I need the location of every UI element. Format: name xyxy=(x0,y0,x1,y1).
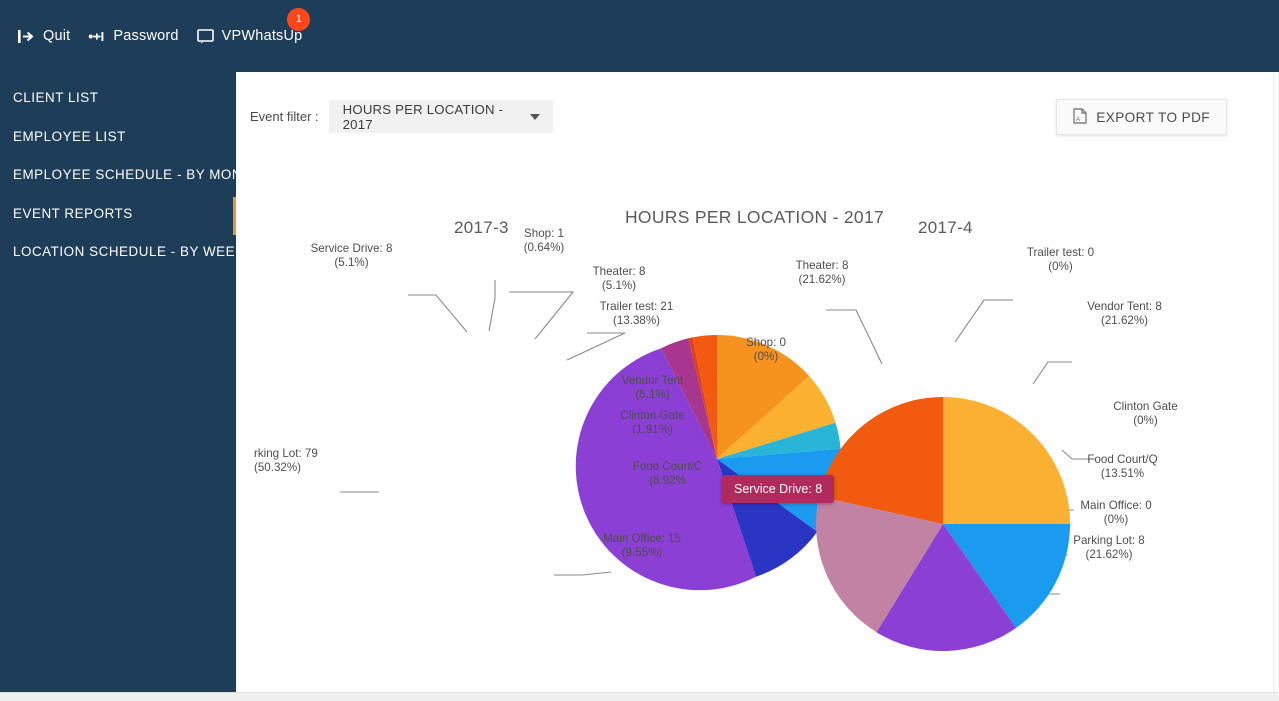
sidebar-item-client-list[interactable]: CLIENT LIST xyxy=(0,79,236,118)
sidebar-item-label: EMPLOYEE SCHEDULE - BY MONTH xyxy=(13,167,262,182)
vertical-scrollbar[interactable] xyxy=(1273,72,1279,692)
key-icon xyxy=(88,28,105,45)
sidebar-item-location-schedule-by-week[interactable]: LOCATION SCHEDULE - BY WEEK xyxy=(0,233,244,272)
chevron-down-icon xyxy=(529,113,540,120)
export-to-pdf-label: EXPORT TO PDF xyxy=(1096,109,1210,125)
pie-label-vendor-tent-left: Vendor Tent (5.1%) xyxy=(621,374,684,401)
sidebar-item-label: CLIENT LIST xyxy=(13,90,99,105)
export-to-pdf-button[interactable]: A EXPORT TO PDF xyxy=(1056,99,1227,135)
chat-icon xyxy=(196,28,214,45)
horizontal-scrollbar[interactable] xyxy=(0,692,1279,701)
event-filter-group: Event filter : HOURS PER LOCATION - 2017 xyxy=(250,100,553,133)
quit-label: Quit xyxy=(43,28,71,44)
pie-label-clinton-gate-left: Clinton Gate (1.91%) xyxy=(620,409,685,436)
event-filter-label: Event filter : xyxy=(250,109,319,124)
notification-badge: 1 xyxy=(287,7,311,31)
app-root: Quit Password VPWhatsUp 1 CLIENT LIST EM… xyxy=(0,0,1279,701)
pie-label-service-drive-left: Service Drive: 8 (5.1%) xyxy=(310,242,393,269)
pie-label-parking-lot-right: Parking Lot: 8 (21.62%) xyxy=(1073,534,1145,561)
sidebar-navigation: CLIENT LIST EMPLOYEE LIST EMPLOYEE SCHED… xyxy=(0,72,261,692)
pie-label-food-court-left: Food Court/C (8.92% xyxy=(632,460,703,487)
chart-title: HOURS PER LOCATION - 2017 xyxy=(624,207,885,227)
pie-label-theater-right: Theater: 8 (21.62%) xyxy=(795,259,849,286)
logout-icon xyxy=(18,28,35,45)
vpwhatsup-button[interactable]: VPWhatsUp 1 xyxy=(193,7,317,51)
sidebar-item-employee-list[interactable]: EMPLOYEE LIST xyxy=(0,118,236,157)
sidebar-item-label: LOCATION SCHEDULE - BY WEEK xyxy=(13,244,245,259)
event-filter-select[interactable]: HOURS PER LOCATION - 2017 xyxy=(328,100,553,133)
chart-tooltip: Service Drive: 8 xyxy=(722,475,835,503)
sidebar-item-employee-schedule-by-month[interactable]: EMPLOYEE SCHEDULE - BY MONTH xyxy=(0,156,261,195)
svg-text:A: A xyxy=(1076,117,1080,123)
pie-label-food-court-right: Food Court/Q (13.51% xyxy=(1087,453,1158,480)
pie-label-main-office-left: Main Office: 15 (9.55%) xyxy=(603,532,681,559)
password-button[interactable]: Password xyxy=(84,22,192,51)
event-filter-value: HOURS PER LOCATION - 2017 xyxy=(342,101,504,132)
quit-button[interactable]: Quit xyxy=(14,22,84,51)
main-content: Event filter : HOURS PER LOCATION - 2017… xyxy=(236,72,1273,692)
sidebar-item-event-reports[interactable]: EVENT REPORTS xyxy=(0,195,237,234)
pie-subtitle-2017-3: 2017-3 xyxy=(454,218,509,237)
pie-label-theater-left: Theater: 8 (5.1%) xyxy=(592,265,646,292)
pie-label-parking-lot-left: rking Lot: 79 (50.32%) xyxy=(254,447,318,474)
pie-label-clinton-gate-right: Clinton Gate (0%) xyxy=(1113,400,1178,427)
vpwhatsup-label: VPWhatsUp xyxy=(221,28,303,44)
chart-area: HOURS PER LOCATION - 2017 2017-3 2017-4 … xyxy=(236,132,1273,692)
pie-label-vendor-tent-right: Vendor Tent: 8 (21.62%) xyxy=(1087,300,1162,327)
pie-subtitle-2017-4: 2017-4 xyxy=(918,218,973,237)
sidebar-item-label: EMPLOYEE LIST xyxy=(13,128,126,144)
pdf-file-icon: A xyxy=(1073,107,1087,127)
sidebar-item-label: EVENT REPORTS xyxy=(13,205,133,221)
pie-label-main-office-right: Main Office: 0 (0%) xyxy=(1080,499,1152,526)
pie-2017-4 xyxy=(815,397,1070,652)
pie-label-shop-right: Shop: 0 (0%) xyxy=(746,336,786,363)
pie-label-trailer-test-left: Trailer test: 21 (13.38%) xyxy=(599,300,674,327)
report-toolbar: Event filter : HOURS PER LOCATION - 2017… xyxy=(236,72,1273,135)
top-navigation-bar: Quit Password VPWhatsUp 1 xyxy=(0,0,1279,72)
pie-label-shop-left: Shop: 1 (0.64%) xyxy=(523,227,565,254)
pie-label-trailer-test-right: Trailer test: 0 (0%) xyxy=(1026,246,1095,273)
password-label: Password xyxy=(113,28,179,44)
